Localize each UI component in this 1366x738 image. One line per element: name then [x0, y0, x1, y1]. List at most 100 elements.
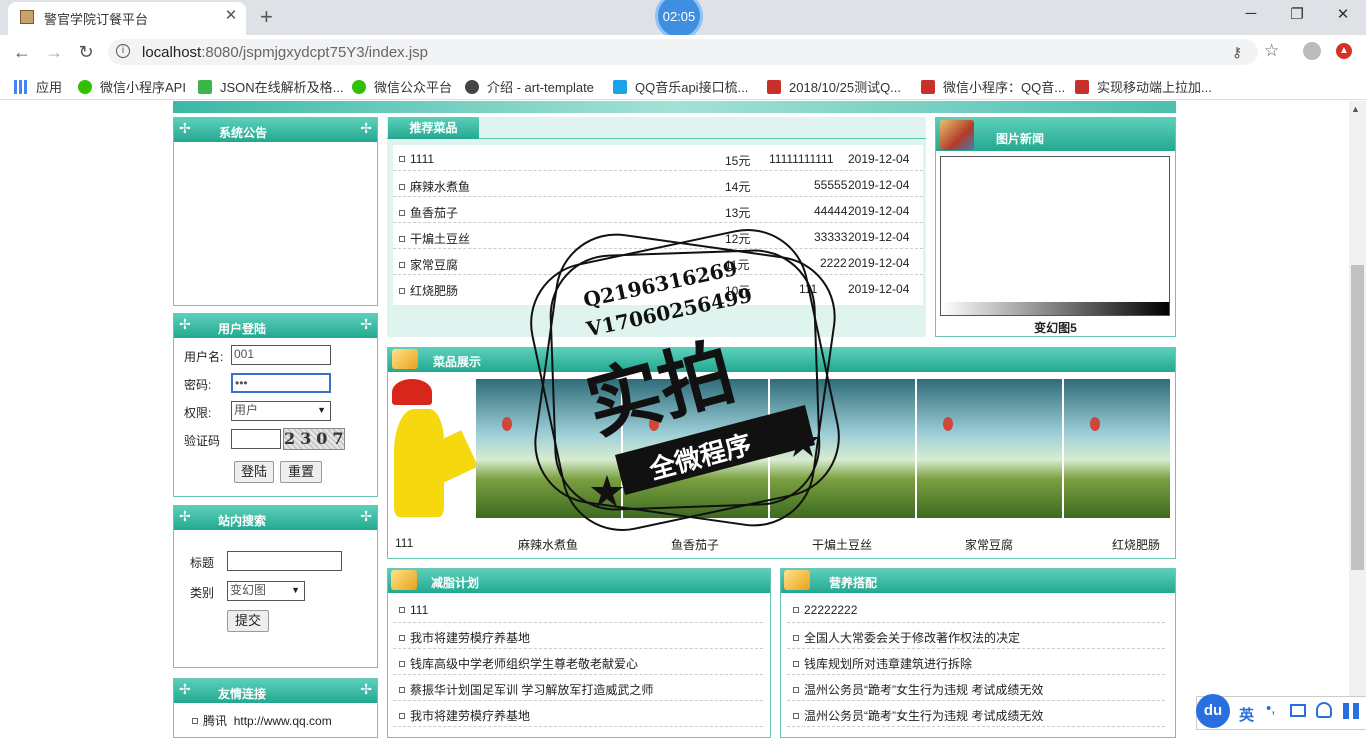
balloon-icon — [1090, 417, 1100, 431]
bookmark-label: 微信公众平台 — [374, 80, 453, 95]
category-select[interactable]: 变幻图 ▼ — [227, 581, 305, 601]
list-item-text: 蔡振华计划国足军训 学习解放军打造威武之师 — [410, 683, 654, 697]
bookmark-item[interactable]: QQ音乐api接口梳... — [613, 77, 748, 96]
url-text[interactable]: localhost:8080/jspmjgxydcpt75Y3/index.js… — [142, 44, 428, 61]
role-label: 权限: — [184, 406, 212, 420]
scrollbar-thumb[interactable] — [1351, 265, 1364, 570]
books-icon — [940, 120, 974, 150]
list-item[interactable]: 蔡振华计划国足军训 学习解放军打造威武之师 — [393, 675, 763, 701]
baidu-ime-icon[interactable]: du — [1196, 694, 1230, 728]
showcase-caption[interactable]: 111 — [395, 536, 413, 550]
table-row[interactable]: 麻辣水煮鱼 14元 55555 2019-12-04 — [393, 171, 923, 197]
grid-icon[interactable] — [1343, 703, 1359, 719]
dish-date: 2019-12-04 — [848, 178, 910, 192]
swirl-icon: ✢ — [360, 120, 372, 136]
close-tab-icon[interactable]: ✕ — [222, 6, 240, 24]
bullet-icon — [793, 635, 799, 641]
bookmark-item[interactable]: 实现移动端上拉加... — [1075, 77, 1212, 96]
dish-image[interactable] — [1064, 379, 1170, 518]
list-item[interactable]: 我市将建劳模疗养基地 — [393, 623, 763, 649]
role-select[interactable]: 用户 ▼ — [231, 401, 331, 421]
forward-icon[interactable]: → — [43, 42, 65, 63]
showcase-title: 菜品展示 — [433, 355, 482, 369]
login-header: ✢ 用户登陆 ✢ — [174, 314, 377, 338]
back-icon[interactable]: ← — [11, 42, 33, 63]
password-input[interactable]: ••• — [231, 373, 331, 393]
bullet-icon — [399, 236, 405, 242]
showcase-caption[interactable]: 红烧肥肠 — [1112, 536, 1160, 553]
bullet-icon — [793, 713, 799, 719]
links-header: ✢ 友情连接 ✢ — [174, 679, 377, 703]
list-item-text: 钱库高级中学老师组织学生尊老敬老献爱心 — [410, 657, 639, 671]
swirl-icon: ✢ — [179, 681, 191, 697]
password-label: 密码: — [184, 378, 212, 392]
bookmark-star-icon[interactable]: ☆ — [1264, 41, 1279, 61]
close-window-icon[interactable]: ✕ — [1328, 5, 1358, 23]
captcha-image[interactable]: 2307 — [283, 428, 345, 450]
reset-button[interactable]: 重置 — [280, 461, 322, 483]
username-input[interactable]: 001 — [231, 345, 331, 365]
slideshow-frame[interactable] — [940, 156, 1170, 316]
list-item[interactable]: 我市将建劳模疗养基地 — [393, 701, 763, 727]
bullet-icon — [399, 262, 405, 268]
list-item[interactable]: 温州公务员“跪考”女生行为违规 考试成绩无效 — [787, 701, 1165, 727]
scroll-up-icon[interactable]: ▲ — [1351, 104, 1360, 114]
login-title: 用户登陆 — [218, 322, 267, 336]
restore-icon[interactable]: ❐ — [1282, 5, 1312, 23]
extension-icon[interactable]: ▲ — [1336, 43, 1352, 59]
captcha-label: 验证码 — [184, 434, 221, 448]
swirl-icon: ✢ — [360, 508, 372, 524]
list-item-text: 钱库规划所对违章建筑进行拆除 — [804, 657, 973, 671]
bookmark-item[interactable]: 介绍 - art-template — [465, 77, 594, 96]
search-submit-button[interactable]: 提交 — [227, 610, 269, 632]
header-banner — [173, 101, 1176, 113]
user-icon[interactable] — [1316, 702, 1332, 718]
new-tab-icon[interactable]: + — [260, 4, 273, 30]
punctuation-icon[interactable]: •, — [1266, 700, 1275, 717]
search-title-input[interactable] — [227, 551, 342, 571]
link-name: 腾讯 — [203, 714, 228, 728]
bookmark-item[interactable]: 2018/10/25测试Q... — [767, 77, 901, 96]
dish-name: 鱼香茄子 — [410, 206, 459, 220]
list-item[interactable]: 钱库规划所对违章建筑进行拆除 — [787, 649, 1165, 675]
bullet-icon — [399, 184, 405, 190]
reload-icon[interactable]: ↻ — [75, 42, 97, 63]
csdn-icon — [921, 80, 935, 94]
url-path: :8080/jspmjgxydcpt75Y3/index.jsp — [201, 44, 429, 61]
list-item-text: 22222222 — [804, 603, 858, 617]
bookmark-label: 微信小程序API — [100, 80, 186, 95]
showcase-caption[interactable]: 家常豆腐 — [965, 536, 1013, 553]
minimize-icon[interactable]: ─ — [1236, 5, 1266, 22]
list-item[interactable]: 111 — [393, 597, 763, 623]
list-item-text: 我市将建劳模疗养基地 — [410, 709, 531, 723]
ime-lang-toggle[interactable]: 英 — [1239, 704, 1254, 725]
nutrition-list: 22222222 全国人大常委会关于修改著作权法的决定 钱库规划所对违章建筑进行… — [787, 597, 1165, 727]
keyboard-icon[interactable] — [1290, 704, 1306, 717]
bookmark-item[interactable]: 微信小程序API — [78, 77, 186, 96]
list-item[interactable]: 全国人大常委会关于修改著作权法的决定 — [787, 623, 1165, 649]
key-icon[interactable]: ⚷ — [1232, 44, 1242, 61]
dish-image[interactable] — [917, 379, 1062, 518]
tab-recommended[interactable]: 推荐菜品 — [388, 117, 479, 139]
bullet-icon — [192, 718, 198, 724]
captcha-input[interactable] — [231, 429, 281, 449]
search-title-label: 标题 — [190, 556, 215, 570]
red-cap — [392, 379, 432, 405]
category-label: 类别 — [190, 586, 215, 600]
list-item[interactable]: 22222222 — [787, 597, 1165, 623]
list-item[interactable]: 温州公务员“跪考”女生行为违规 考试成绩无效 — [787, 675, 1165, 701]
qq-music-icon — [613, 80, 627, 94]
bookmark-apps[interactable]: 应用 — [14, 77, 62, 96]
balloon-icon — [943, 417, 953, 431]
list-item[interactable]: 钱库高级中学老师组织学生尊老敬老献爱心 — [393, 649, 763, 675]
login-button[interactable]: 登陆 — [234, 461, 274, 483]
bookmark-item[interactable]: JSON在线解析及格... — [198, 77, 344, 96]
bookmark-item[interactable]: 微信公众平台 — [352, 77, 452, 96]
dish-image[interactable] — [392, 379, 479, 518]
slideshow-gradient — [941, 302, 1169, 315]
link-item-qq[interactable]: 腾讯 http://www.qq.com — [192, 712, 332, 729]
profile-avatar-icon[interactable] — [1303, 42, 1321, 60]
site-info-icon[interactable]: i — [116, 44, 130, 58]
bookmark-item[interactable]: 微信小程序：QQ音... — [921, 77, 1065, 96]
table-row[interactable]: 1111 15元 11111111111 2019-12-04 — [393, 145, 923, 171]
